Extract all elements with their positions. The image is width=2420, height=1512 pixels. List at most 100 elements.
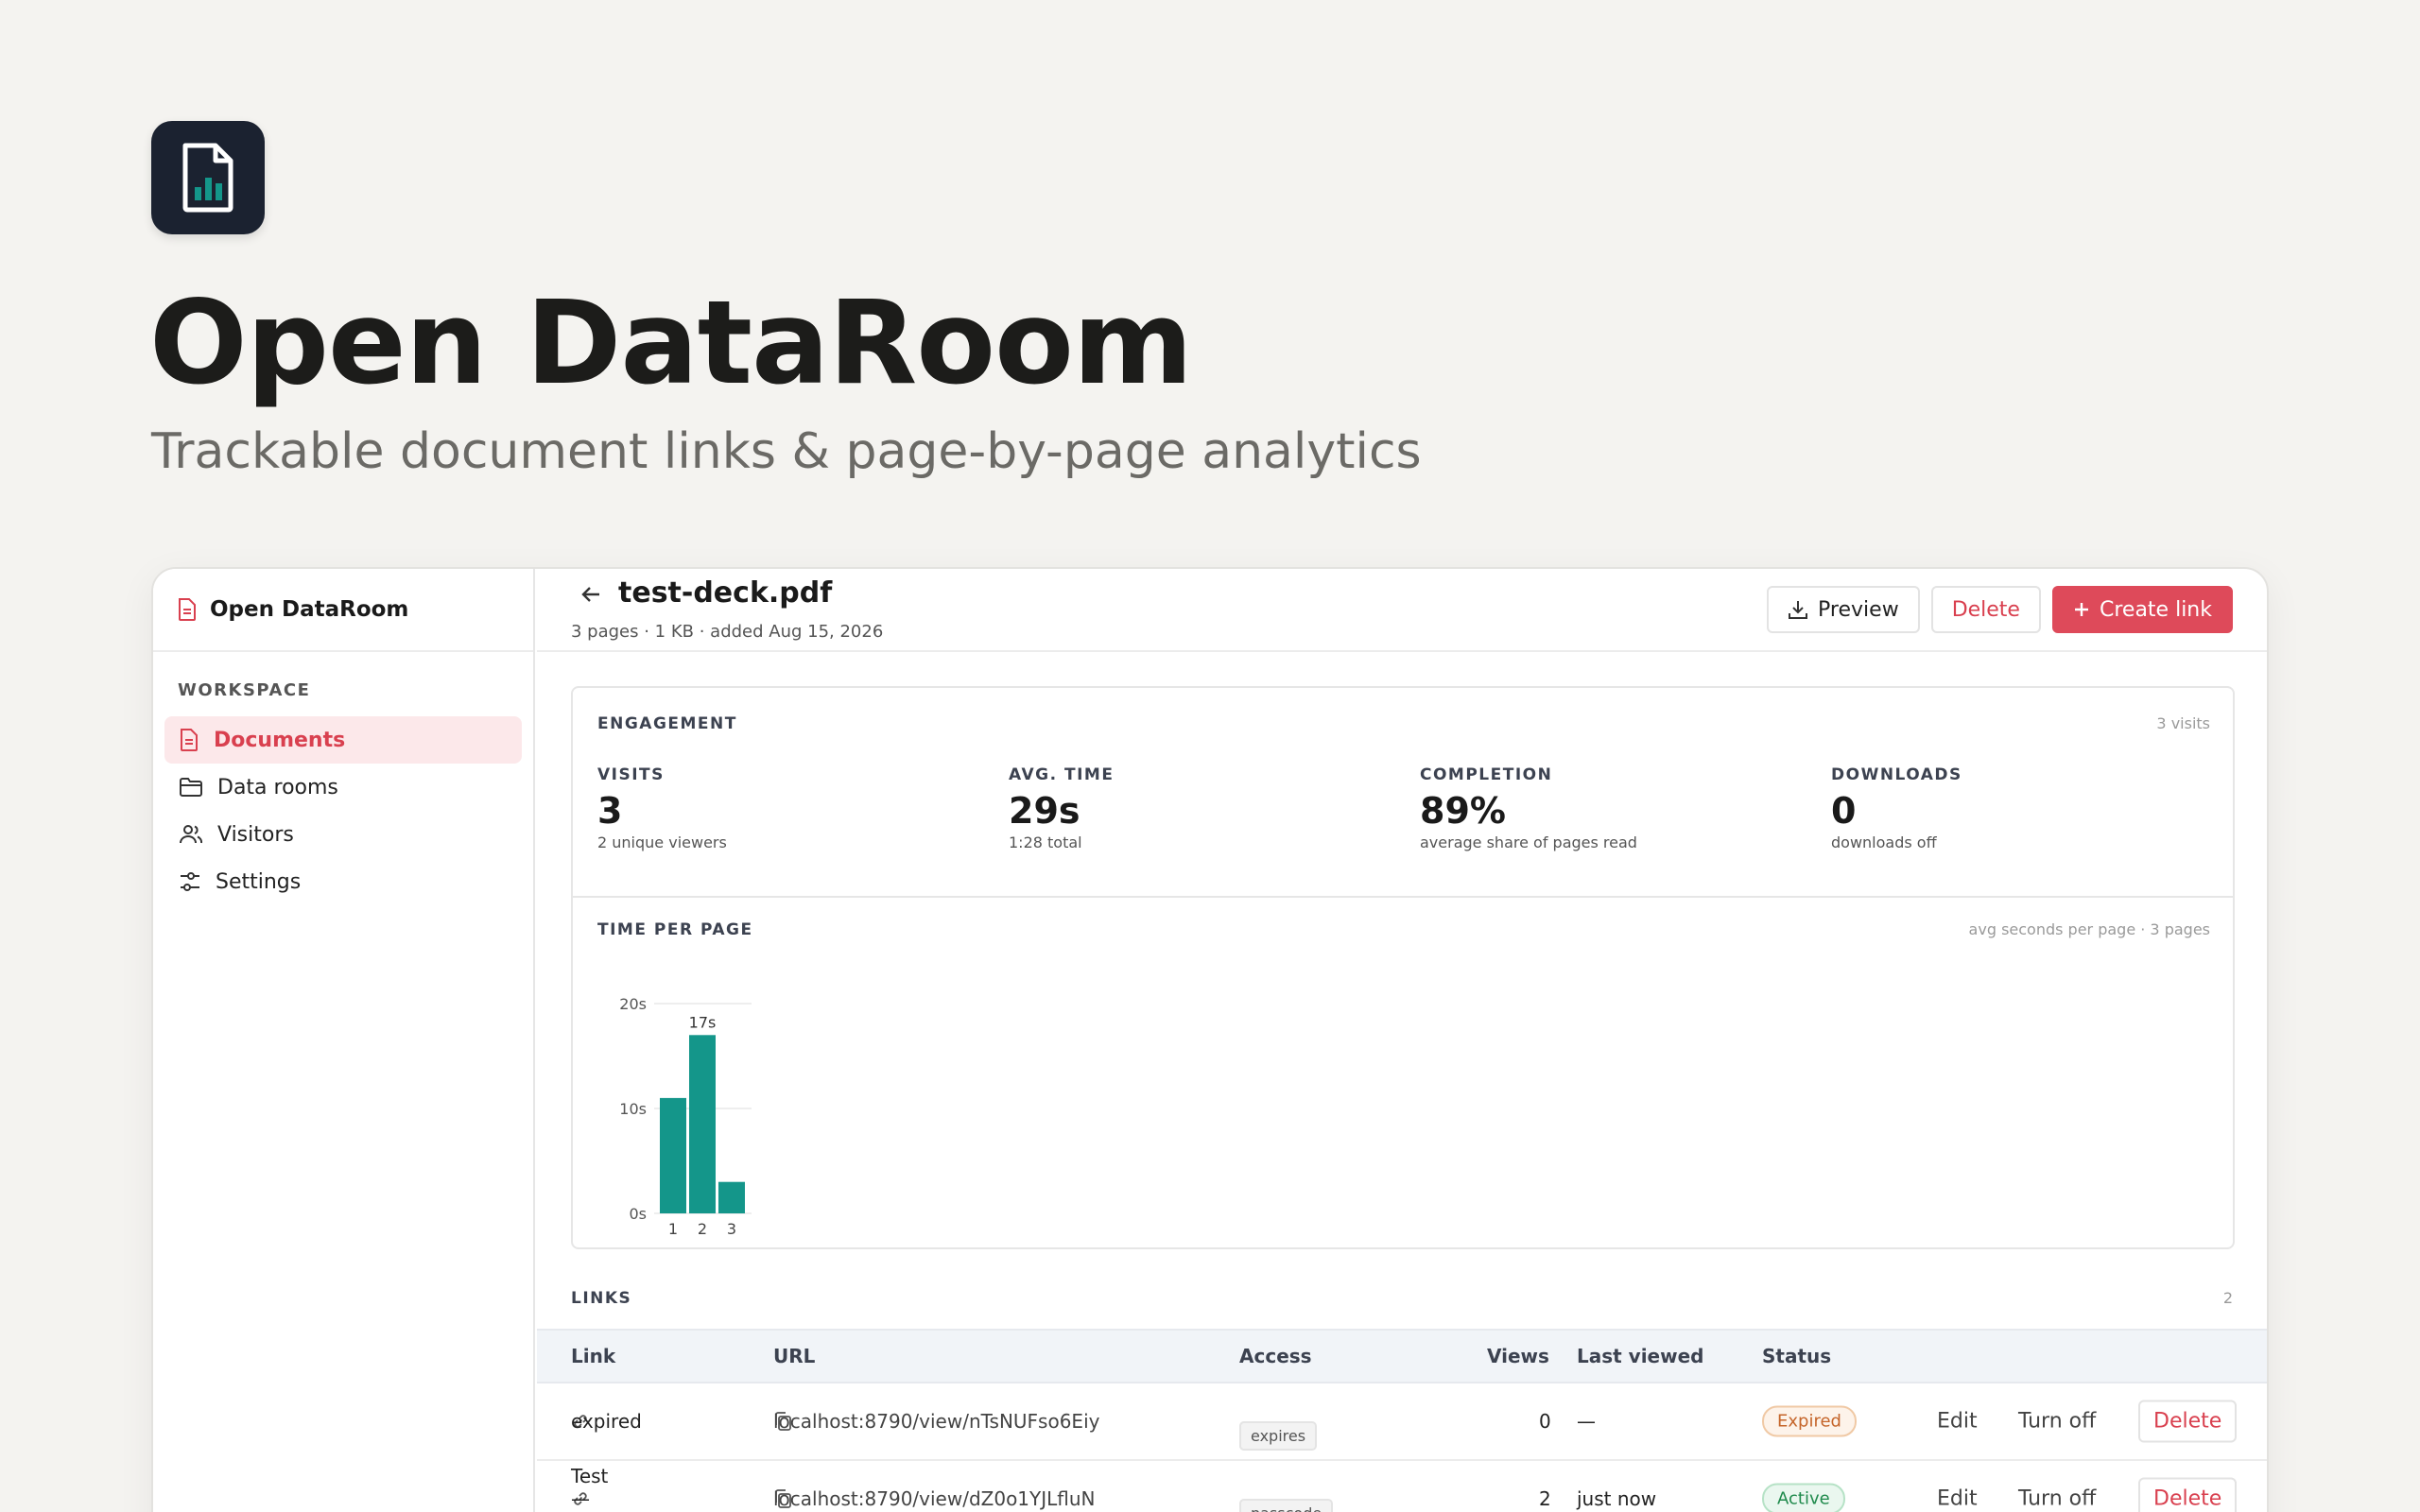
time-per-page-aside: avg seconds per page · 3 pages [1968,920,2210,938]
bar-page-2 [689,1035,716,1213]
sidebar-item-label: Settings [216,869,302,894]
sidebar-section-label: WORKSPACE [178,680,311,700]
sidebar-nav: Documents Data rooms Visitors Settings [153,716,533,905]
delete-link-button[interactable]: Delete [2138,1477,2238,1512]
edit-link-button[interactable]: Edit [1937,1410,1978,1434]
delete-document-button[interactable]: Delete [1930,586,2041,633]
link-url-cell: localhost:8790/view/dZ0o1YJLfluN [773,1487,1096,1510]
download-icon [1789,601,1808,619]
link-url-cell: localhost:8790/view/nTsNUFso6Eiy [773,1410,1099,1433]
link-last-viewed: — [1577,1410,1596,1433]
link-name[interactable]: expired [571,1410,642,1433]
app-logo [151,121,265,234]
main-content: test-deck.pdf 3 pages · 1 KB · added Aug… [537,569,2267,1512]
column-header-link: Link [571,1345,616,1367]
link-views: 2 [1539,1487,1551,1510]
document-header: test-deck.pdf 3 pages · 1 KB · added Aug… [537,569,2267,652]
x-tick-label: 2 [698,1220,707,1238]
time-per-page-chart: 0s 10s 20s 1 2 17s 3 [619,995,752,1238]
links-title: LINKS [571,1289,632,1308]
stat-label: VISITS [597,765,665,784]
access-chip: passcode [1239,1499,1334,1512]
stat-label: AVG. TIME [1009,765,1115,784]
app-window: Open DataRoom WORKSPACE Documents Data r… [151,567,2269,1512]
link-views: 0 [1539,1410,1551,1433]
sidebar-item-documents[interactable]: Documents [164,716,522,764]
column-header-last-viewed: Last viewed [1577,1345,1704,1367]
y-tick-label: 20s [619,995,647,1013]
sidebar: Open DataRoom WORKSPACE Documents Data r… [153,569,535,1512]
sidebar-item-label: Data rooms [217,775,338,799]
x-tick-label: 1 [668,1220,678,1238]
stat-sub: 2 unique viewers [597,833,727,851]
stat-label: DOWNLOADS [1831,765,1962,784]
bar-page-1 [660,1097,686,1213]
edit-link-button[interactable]: Edit [1937,1487,1978,1511]
stat-value: 0 [1831,790,1857,832]
preview-button[interactable]: Preview [1767,586,1920,633]
link-name-cell: expired [571,1410,642,1433]
users-icon [180,825,202,844]
links-count: 2 [2222,1289,2233,1307]
stat-label: COMPLETION [1420,765,1553,784]
sliders-icon [181,872,199,891]
table-row: Test — Jane localhost:8790/view/dZ0o1YJL… [537,1461,2267,1512]
access-chip: expires [1239,1421,1318,1451]
sidebar-brand[interactable]: Open DataRoom [153,569,533,652]
hero-title: Open DataRoom [149,276,1193,410]
stat-value: 29s [1009,790,1080,832]
sidebar-item-data-rooms[interactable]: Data rooms [164,764,522,811]
y-tick-label: 0s [629,1205,647,1223]
y-tick-label: 10s [619,1100,647,1118]
stat-visits: VISITS 3 2 unique viewers [597,765,727,851]
sidebar-item-visitors[interactable]: Visitors [164,811,522,858]
engagement-title: ENGAGEMENT [597,714,737,733]
engagement-visits-count: 3 visits [2156,714,2210,732]
stat-avg-time: AVG. TIME 29s 1:28 total [1009,765,1114,851]
bar-page-3 [718,1181,745,1213]
engagement-stats: VISITS 3 2 unique viewers AVG. TIME 29s … [573,745,2233,898]
stat-value: 89% [1420,790,1506,832]
stat-completion: COMPLETION 89% average share of pages re… [1420,765,1637,851]
stat-sub: downloads off [1831,833,1937,851]
column-header-views: Views [1487,1345,1549,1367]
create-link-label: Create link [2099,597,2212,622]
status-badge: Active [1762,1483,1845,1512]
document-icon [179,598,196,621]
table-row: expired localhost:8790/view/nTsNUFso6Eiy… [537,1383,2267,1461]
link-name[interactable]: Test — Jane [571,1465,612,1512]
x-tick-label: 3 [727,1220,736,1238]
back-arrow-icon[interactable] [579,582,603,607]
links-header: LINKS 2 [571,1285,2233,1314]
stat-downloads: DOWNLOADS 0 downloads off [1831,765,1962,851]
plus-icon [2074,603,2088,616]
hero-subtitle: Trackable document links & page-by-page … [151,423,1422,480]
link-name-cell: Test — Jane [571,1465,612,1512]
status-badge: Expired [1762,1405,1857,1437]
time-per-page-section: TIME PER PAGE avg seconds per page · 3 p… [573,898,2233,1247]
document-icon [181,729,198,751]
document-actions: Preview Delete Create link [1767,586,2233,633]
sidebar-item-label: Documents [214,728,346,752]
turn-off-link-button[interactable]: Turn off [2018,1410,2096,1434]
column-header-status: Status [1762,1345,1832,1367]
preview-button-label: Preview [1818,597,1899,622]
sidebar-brand-name: Open DataRoom [210,597,409,622]
sidebar-item-label: Visitors [217,822,294,847]
sidebar-item-settings[interactable]: Settings [164,858,522,905]
create-link-button[interactable]: Create link [2051,586,2233,633]
link-last-viewed: just now [1577,1487,1657,1510]
delete-link-button[interactable]: Delete [2138,1400,2238,1443]
bar-value-label: 17s [689,1013,717,1031]
folder-icon [180,778,202,797]
engagement-card: ENGAGEMENT 3 visits VISITS 3 2 unique vi… [571,686,2235,1249]
document-meta: 3 pages · 1 KB · added Aug 15, 2026 [571,622,884,642]
link-url: localhost:8790/view/nTsNUFso6Eiy [773,1410,1100,1433]
engagement-header: ENGAGEMENT 3 visits [573,688,2233,745]
stat-sub: average share of pages read [1420,833,1637,851]
link-url: localhost:8790/view/dZ0o1YJLfluN [773,1487,1096,1510]
stat-value: 3 [597,790,623,832]
turn-off-link-button[interactable]: Turn off [2018,1487,2096,1511]
column-header-access: Access [1239,1345,1312,1367]
column-header-url: URL [773,1345,816,1367]
